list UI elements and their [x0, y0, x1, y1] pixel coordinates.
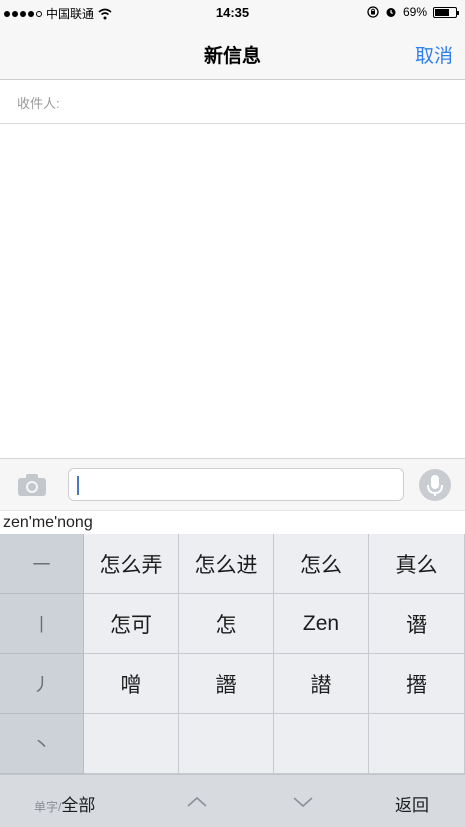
candidate-key[interactable]: 譛 [274, 654, 369, 714]
candidate-key[interactable]: 怎可 [84, 594, 179, 654]
candidate-key[interactable]: 怎 [179, 594, 274, 654]
compose-bar [0, 458, 465, 510]
candidate-empty-cell [84, 714, 179, 774]
status-right: 69% [367, 5, 459, 19]
back-button[interactable]: 返回 [395, 791, 429, 816]
battery-percent: 69% [402, 5, 427, 19]
candidate-key[interactable]: 怎么 [274, 534, 369, 594]
chevron-up-icon[interactable] [184, 789, 210, 815]
chevron-down-icon[interactable] [290, 789, 316, 815]
candidate-mode-toggle[interactable]: 单字/全部 [34, 791, 95, 816]
status-bar: 中国联通 14:35 69% [0, 0, 465, 26]
carrier-name: 中国联通 [46, 7, 95, 21]
candidate-key[interactable]: 谮 [369, 594, 465, 654]
stroke-filter-column: 一 丨 丿 丶 [0, 534, 84, 774]
message-input[interactable] [68, 468, 404, 501]
candidate-key[interactable]: 真么 [369, 534, 465, 594]
candidate-key[interactable]: 噌 [84, 654, 179, 714]
nav-bar: 新信息 取消 [0, 26, 465, 80]
text-caret [77, 476, 79, 495]
microphone-icon[interactable] [418, 468, 452, 502]
cancel-button[interactable]: 取消 [415, 41, 453, 68]
message-area [0, 124, 465, 458]
candidate-empty-cell [274, 714, 369, 774]
orientation-lock-icon [367, 6, 379, 18]
mode-single-char-label: 单字/ [34, 800, 62, 814]
candidate-key[interactable]: 撍 [369, 654, 465, 714]
candidate-empty-cell [179, 714, 274, 774]
stroke-key-pie[interactable]: 丿 [0, 654, 84, 714]
battery-icon [433, 6, 459, 18]
stroke-key-dian[interactable]: 丶 [0, 714, 84, 774]
status-left: 中国联通 [4, 5, 112, 22]
candidate-keyboard: 一 丨 丿 丶 怎么弄 怎么进 怎么 真么怎可怎 Zen 谮噌譖譛撍 [0, 534, 465, 774]
pinyin-strip: zen'me'nong [0, 510, 465, 534]
wifi-icon [98, 8, 112, 19]
battery-level [435, 8, 449, 16]
mode-all-label: 全部 [61, 796, 96, 815]
recipient-row: 收件人: [0, 80, 465, 124]
candidate-key[interactable]: 怎么弄 [84, 534, 179, 594]
ime-bottom-bar: 单字/全部 返回 [0, 774, 465, 827]
camera-icon[interactable] [16, 473, 48, 497]
candidate-key[interactable]: 譖 [179, 654, 274, 714]
candidate-key[interactable]: 怎么进 [179, 534, 274, 594]
candidate-empty-cell [369, 714, 465, 774]
pinyin-composition: zen'me'nong [3, 514, 93, 531]
signal-strength-icon [4, 10, 42, 17]
stroke-key-heng[interactable]: 一 [0, 534, 84, 594]
candidate-key[interactable]: Zen [274, 594, 369, 654]
recipient-label: 收件人: [17, 96, 60, 111]
alarm-icon [386, 8, 396, 17]
page-title: 新信息 [203, 46, 261, 67]
stroke-key-shu[interactable]: 丨 [0, 594, 84, 654]
recipient-input[interactable] [75, 88, 445, 116]
